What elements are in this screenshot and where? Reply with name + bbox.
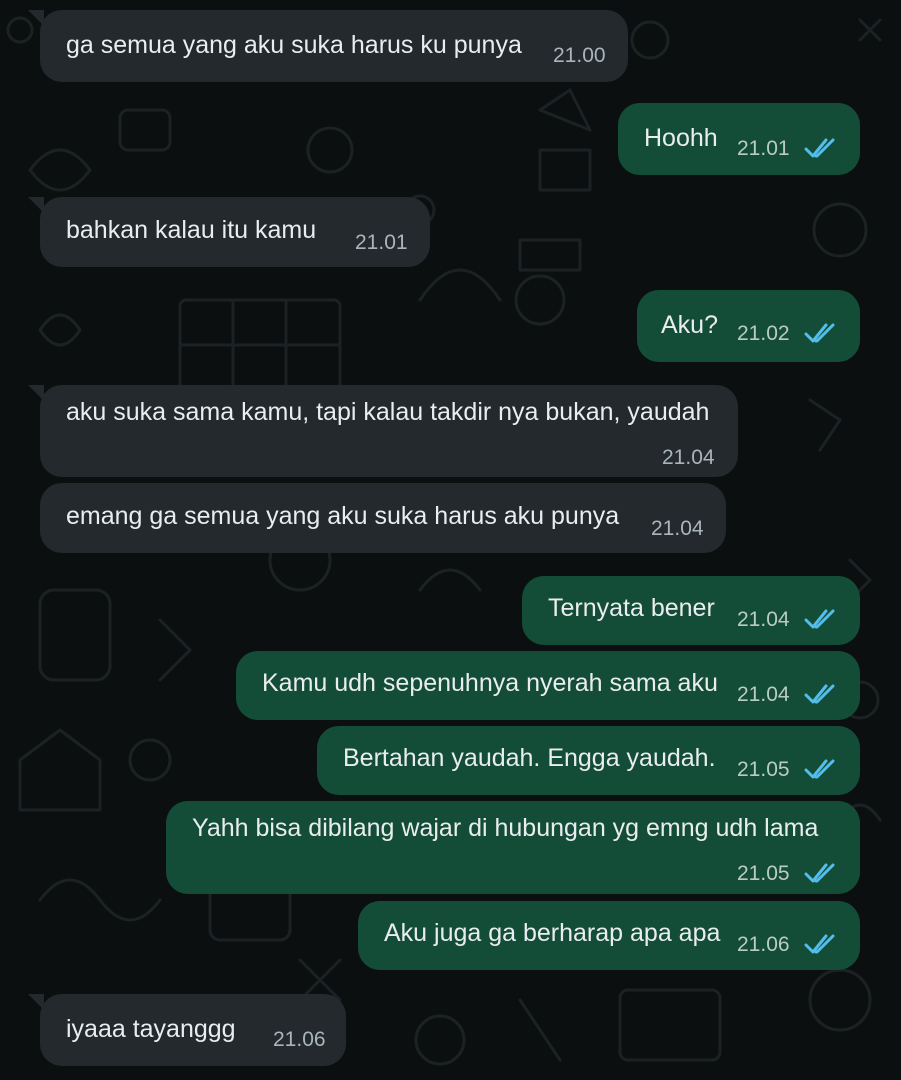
message-incoming[interactable]: aku suka sama kamu, tapi kalau takdir ny… xyxy=(40,385,738,477)
message-time: 21.06 xyxy=(273,1028,326,1051)
message-time: 21.01 xyxy=(737,137,790,160)
message-incoming[interactable]: emang ga semua yang aku suka harus aku p… xyxy=(40,483,726,553)
double-check-icon xyxy=(804,934,835,954)
message-time: 21.02 xyxy=(737,322,790,345)
message-time: 21.04 xyxy=(651,517,704,540)
message-incoming[interactable]: iyaaa tayanggg 21.06 xyxy=(40,994,346,1066)
message-time: 21.04 xyxy=(737,683,790,706)
bubble-tail xyxy=(28,994,44,1010)
message-text: Hoohh xyxy=(644,124,718,152)
message-text: Ternyata bener xyxy=(548,594,715,622)
message-text: Bertahan yaudah. Engga yaudah. xyxy=(343,744,716,772)
message-text: ga semua yang aku suka harus ku punya xyxy=(66,31,522,59)
message-outgoing[interactable]: Aku juga ga berharap apa apa 21.06 xyxy=(358,901,860,970)
message-outgoing[interactable]: Kamu udh sepenuhnya nyerah sama aku 21.0… xyxy=(236,651,860,720)
message-time: 21.01 xyxy=(355,231,408,254)
message-outgoing[interactable]: Aku? 21.02 xyxy=(637,290,860,362)
message-time: 21.04 xyxy=(737,608,790,631)
double-check-icon xyxy=(804,138,835,158)
chat-thread[interactable]: ga semua yang aku suka harus ku punya 21… xyxy=(0,0,901,1080)
message-outgoing[interactable]: Ternyata bener 21.04 xyxy=(522,576,860,645)
double-check-icon xyxy=(804,684,835,704)
message-text: aku suka sama kamu, tapi kalau takdir ny… xyxy=(66,398,710,426)
message-time: 21.05 xyxy=(737,758,790,781)
message-time: 21.06 xyxy=(737,933,790,956)
message-time: 21.00 xyxy=(553,44,606,67)
bubble-tail xyxy=(28,10,44,26)
message-outgoing[interactable]: Yahh bisa dibilang wajar di hubungan yg … xyxy=(166,801,860,894)
message-text: iyaaa tayanggg xyxy=(66,1015,236,1043)
bubble-tail xyxy=(28,197,44,213)
message-incoming[interactable]: ga semua yang aku suka harus ku punya 21… xyxy=(40,10,628,82)
message-outgoing[interactable]: Bertahan yaudah. Engga yaudah. 21.05 xyxy=(317,726,860,795)
message-text: emang ga semua yang aku suka harus aku p… xyxy=(66,502,620,530)
message-incoming[interactable]: bahkan kalau itu kamu 21.01 xyxy=(40,197,430,267)
bubble-tail xyxy=(28,385,44,401)
double-check-icon xyxy=(804,323,835,343)
message-text: Aku? xyxy=(661,311,718,339)
double-check-icon xyxy=(804,609,835,629)
message-text: bahkan kalau itu kamu xyxy=(66,216,317,244)
double-check-icon xyxy=(804,759,835,779)
message-text: Aku juga ga berharap apa apa xyxy=(384,919,721,947)
message-time: 21.04 xyxy=(662,446,715,469)
message-outgoing[interactable]: Hoohh 21.01 xyxy=(618,103,860,175)
double-check-icon xyxy=(804,863,835,883)
message-text: Yahh bisa dibilang wajar di hubungan yg … xyxy=(192,814,819,842)
message-time: 21.05 xyxy=(737,862,790,885)
message-text: Kamu udh sepenuhnya nyerah sama aku xyxy=(262,669,718,697)
